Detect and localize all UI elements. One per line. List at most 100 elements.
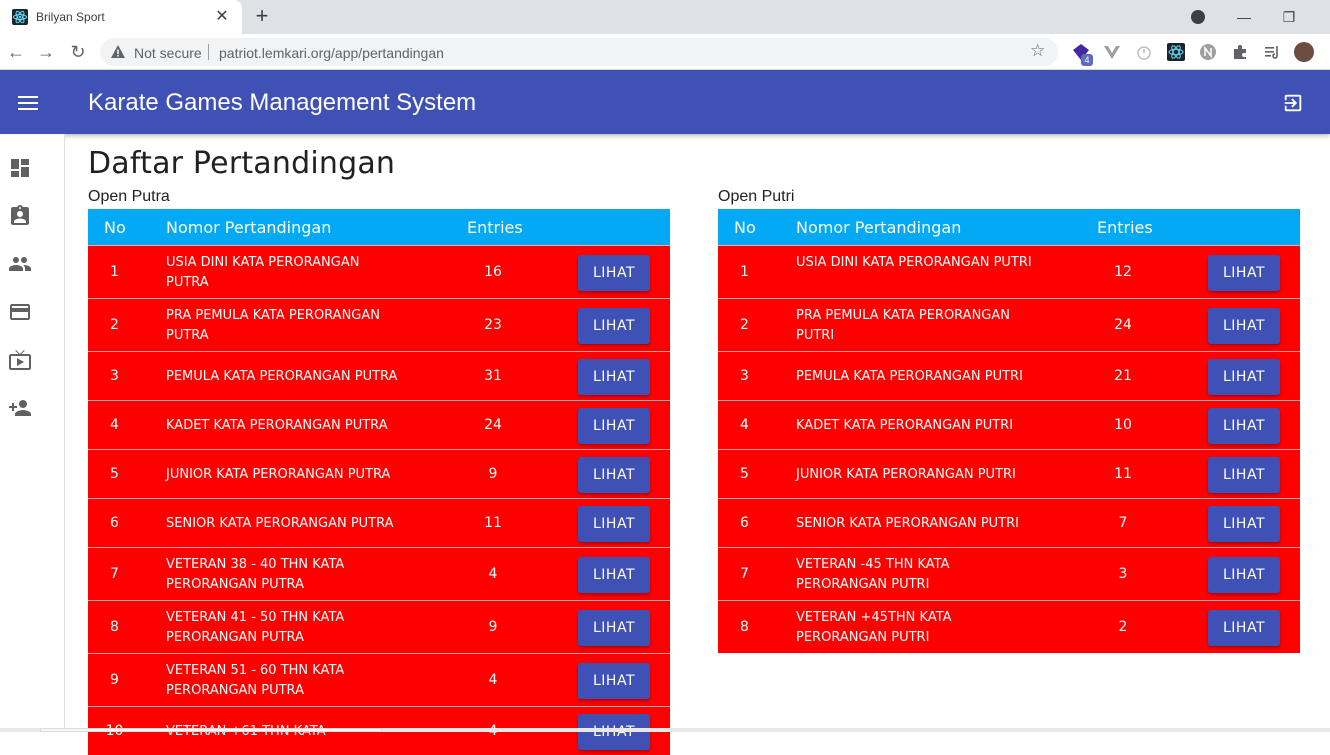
extension-badge: 4 (1081, 54, 1093, 66)
warning-icon[interactable] (110, 44, 126, 60)
row-entries: 11 (484, 514, 502, 531)
n-extension-icon[interactable] (1199, 43, 1217, 61)
browser-tab-bar: Brilyan Sport ✕ + — ❐ (0, 0, 1330, 34)
lihat-button[interactable]: LIHAT (578, 505, 650, 542)
reading-list-icon[interactable] (1263, 43, 1281, 61)
app-header: Karate Games Management System (0, 70, 1330, 134)
lihat-button[interactable]: LIHAT (1208, 407, 1280, 444)
col-entries-header: Entries (467, 218, 523, 237)
row-number: 9 (110, 671, 119, 688)
row-event-name: PRA PEMULA KATA PERORANGAN PUTRI (796, 307, 1010, 343)
lihat-button[interactable]: LIHAT (1208, 609, 1280, 646)
row-entries: 10 (1114, 416, 1132, 433)
table-body: 1 USIA DINI KATA PERORANGAN PUTRA 16 LIHAT 2… (88, 245, 670, 755)
table-row: 9 VETERAN 51 - 60 THN KATA PERORANGAN PUT… (88, 653, 670, 706)
dashboard-icon[interactable] (8, 156, 32, 180)
table-row: 8 VETERAN 41 - 50 THN KATA PERORANGAN PUT… (88, 600, 670, 653)
col-no-header: No (104, 218, 126, 237)
lihat-button[interactable]: LIHAT (1208, 254, 1280, 291)
row-entries: 4 (488, 671, 498, 688)
row-number: 6 (110, 514, 119, 531)
col-nomor-header: Nomor Pertandingan (166, 218, 332, 237)
profile-avatar[interactable] (1294, 42, 1314, 62)
row-number: 7 (740, 565, 749, 582)
lihat-button[interactable]: LIHAT (578, 609, 650, 646)
row-entries: 2 (1118, 618, 1128, 635)
back-button[interactable]: ← (4, 40, 28, 64)
url-text[interactable]: patriot.lemkari.org/app/pertandingan (219, 45, 444, 61)
lihat-button[interactable]: LIHAT (1208, 505, 1280, 542)
react-favicon-icon (12, 9, 28, 25)
reload-button[interactable]: ↻ (66, 40, 90, 64)
table-row: 1 USIA DINI KATA PERORANGAN PUTRA 16 LIHAT (88, 245, 670, 298)
react-devtools-icon[interactable] (1167, 43, 1185, 61)
row-event-name: PEMULA KATA PERORANGAN PUTRI (796, 368, 1023, 384)
row-event-name: VETERAN 41 - 50 THN KATA PERORANGAN PUTR… (166, 609, 345, 645)
row-entries: 24 (1114, 316, 1132, 333)
row-event-name: VETERAN +45THN KATA PERORANGAN PUTRI (796, 609, 952, 645)
tab-search-icon[interactable] (1191, 10, 1205, 24)
lihat-button[interactable]: LIHAT (578, 456, 650, 493)
section-title-putra: Open Putra (88, 188, 170, 205)
table-row: 1 USIA DINI KATA PERORANGAN PUTRI 12 LIHAT (718, 245, 1300, 298)
table-row: 7 VETERAN -45 THN KATA PERORANGAN PUTRI 3 L… (718, 547, 1300, 600)
lihat-button[interactable]: LIHAT (578, 662, 650, 699)
table-row: 5 JUNIOR KATA PERORANGAN PUTRA 9 LIHAT (88, 449, 670, 498)
vuejs-extension-icon[interactable] (1103, 43, 1121, 61)
row-entries: 23 (484, 316, 502, 333)
puzzle-extensions-icon[interactable] (1231, 43, 1249, 61)
bookmark-star-icon[interactable]: ☆ (1030, 41, 1045, 61)
row-event-name: VETERAN 51 - 60 THN KATA PERORANGAN PUTR… (166, 662, 345, 698)
assignment-ind-icon[interactable] (8, 204, 32, 228)
table-row: 5 JUNIOR KATA PERORANGAN PUTRI 11 LIHAT (718, 449, 1300, 498)
lihat-button[interactable]: LIHAT (1208, 456, 1280, 493)
group-add-icon[interactable] (8, 396, 32, 420)
table-putra: No Nomor Pertandingan Entries 1 USIA DINI… (88, 209, 670, 755)
table-row: 4 KADET KATA PERORANGAN PUTRI 10 LIHAT (718, 400, 1300, 449)
credit-card-icon[interactable] (8, 300, 32, 324)
live-tv-icon[interactable] (8, 348, 32, 372)
sidebar (0, 134, 65, 732)
address-bar[interactable]: Not secure patriot.lemkari.org/app/perta… (100, 38, 1058, 66)
row-entries: 7 (1118, 514, 1128, 531)
scrollbar-thumb[interactable] (40, 728, 382, 732)
lihat-button[interactable]: LIHAT (1208, 556, 1280, 593)
table-row: 2 PRA PEMULA KATA PERORANGAN PUTRA 23 LIHAT (88, 298, 670, 351)
row-entries: 9 (488, 465, 498, 482)
row-event-name: VETERAN -45 THN KATA PERORANGAN PUTRI (796, 556, 950, 592)
logout-icon[interactable] (1282, 92, 1304, 114)
lihat-button[interactable]: LIHAT (578, 407, 650, 444)
lihat-button[interactable]: LIHAT (1208, 358, 1280, 395)
lihat-button[interactable]: LIHAT (578, 556, 650, 593)
table-header: No Nomor Pertandingan Entries (718, 209, 1300, 245)
col-no-header: No (734, 218, 756, 237)
table-row: 7 VETERAN 38 - 40 THN KATA PERORANGAN PUT… (88, 547, 670, 600)
lihat-button[interactable]: LIHAT (578, 358, 650, 395)
row-number: 8 (740, 618, 749, 635)
tab-close-icon[interactable]: ✕ (212, 7, 232, 27)
people-icon[interactable] (8, 252, 32, 276)
horizontal-scrollbar[interactable] (0, 728, 1330, 732)
row-number: 1 (110, 263, 119, 280)
page-title: Daftar Pertandingan (88, 146, 396, 181)
lihat-button[interactable]: LIHAT (578, 307, 650, 344)
row-number: 4 (740, 416, 749, 433)
app-title: Karate Games Management System (88, 89, 477, 116)
maximize-button[interactable]: ❐ (1277, 6, 1301, 28)
row-entries: 21 (1114, 367, 1132, 384)
minimize-button[interactable]: — (1232, 6, 1256, 28)
lihat-button[interactable]: LIHAT (1208, 307, 1280, 344)
browser-tab[interactable]: Brilyan Sport ✕ (0, 0, 242, 34)
menu-icon[interactable] (18, 96, 38, 110)
table-row: 2 PRA PEMULA KATA PERORANGAN PUTRI 24 LIHAT (718, 298, 1300, 351)
row-event-name: SENIOR KATA PERORANGAN PUTRI (796, 515, 1019, 531)
table-row: 6 SENIOR KATA PERORANGAN PUTRA 11 LIHAT (88, 498, 670, 547)
table-putri: No Nomor Pertandingan Entries 1 USIA DINI… (718, 209, 1300, 653)
new-tab-button[interactable]: + (250, 5, 274, 29)
row-entries: 4 (488, 565, 498, 582)
forward-button[interactable]: → (34, 40, 58, 64)
timer-extension-icon[interactable] (1135, 43, 1153, 61)
row-entries: 3 (1118, 565, 1128, 582)
table-row: 8 VETERAN +45THN KATA PERORANGAN PUTRI 2 LI… (718, 600, 1300, 653)
lihat-button[interactable]: LIHAT (578, 254, 650, 291)
